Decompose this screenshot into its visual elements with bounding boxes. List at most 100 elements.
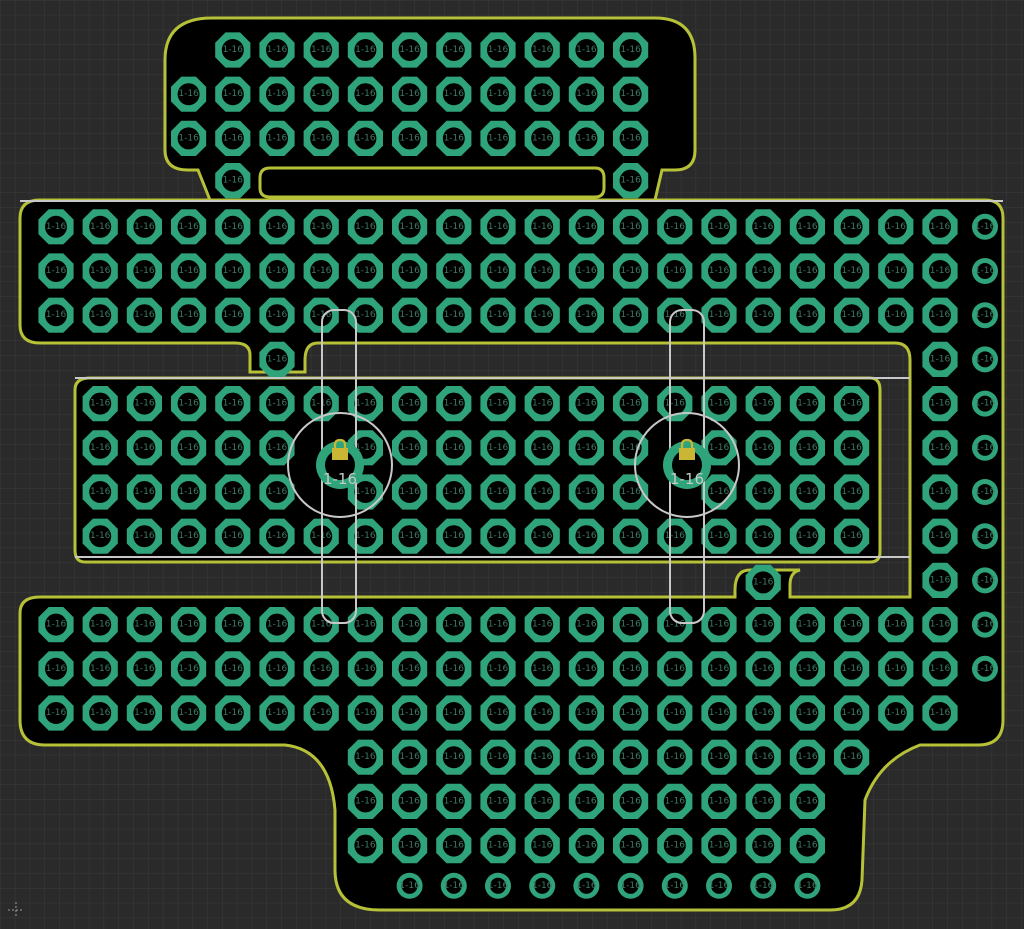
pad[interactable]: 1-16 (834, 695, 870, 731)
pad[interactable]: 1-16 (480, 783, 516, 819)
pad[interactable]: 1-16 (701, 253, 737, 289)
pad[interactable]: 1-16 (82, 297, 118, 333)
pad[interactable]: 1-16 (701, 695, 737, 731)
pad[interactable]: 1-16 (436, 430, 472, 466)
pad[interactable]: 1-16 (922, 474, 958, 510)
pad[interactable]: 1-16 (972, 434, 998, 461)
pad[interactable]: 1-16 (480, 739, 516, 775)
pad[interactable]: 1-16 (171, 253, 207, 289)
pad[interactable]: 1-16 (922, 607, 958, 643)
pad[interactable]: 1-16 (701, 209, 737, 245)
pad[interactable]: 1-16 (789, 651, 825, 687)
pad[interactable]: 1-16 (878, 695, 914, 731)
pad[interactable]: 1-16 (789, 430, 825, 466)
pad[interactable]: 1-16 (215, 120, 251, 156)
pad[interactable]: 1-16 (38, 209, 74, 245)
pad[interactable]: 1-16 (126, 297, 162, 333)
pad[interactable]: 1-16 (303, 209, 339, 245)
pad[interactable]: 1-16 (392, 76, 428, 112)
pad[interactable]: 1-16 (568, 386, 604, 422)
pad[interactable]: 1-16 (436, 76, 472, 112)
pad[interactable]: 1-16 (259, 518, 295, 554)
pad[interactable]: 1-16 (303, 32, 339, 68)
pad[interactable]: 1-16 (745, 695, 781, 731)
pad[interactable]: 1-16 (524, 297, 560, 333)
pad[interactable]: 1-16 (126, 386, 162, 422)
pad[interactable]: 1-16 (972, 655, 998, 682)
pad[interactable]: 1-16 (922, 209, 958, 245)
pad[interactable]: 1-16 (347, 739, 383, 775)
pad[interactable]: 1-16 (82, 253, 118, 289)
pad[interactable]: 1-16 (171, 474, 207, 510)
pad[interactable]: 1-16 (613, 607, 649, 643)
pad[interactable]: 1-16 (524, 209, 560, 245)
pad[interactable]: 1-16 (347, 695, 383, 731)
pad[interactable]: 1-16 (347, 651, 383, 687)
pad[interactable]: 1-16 (922, 518, 958, 554)
pad[interactable]: 1-16 (568, 120, 604, 156)
pad[interactable]: 1-16 (613, 783, 649, 819)
pad[interactable]: 1-16 (524, 253, 560, 289)
pad[interactable]: 1-16 (436, 386, 472, 422)
pad[interactable]: 1-16 (834, 518, 870, 554)
pad[interactable]: 1-16 (701, 651, 737, 687)
pad[interactable]: 1-16 (215, 695, 251, 731)
pad[interactable]: 1-16 (745, 783, 781, 819)
pad[interactable]: 1-16 (215, 32, 251, 68)
pad[interactable]: 1-16 (347, 253, 383, 289)
pad[interactable]: 1-16 (524, 651, 560, 687)
pad[interactable]: 1-16 (82, 518, 118, 554)
pad[interactable]: 1-16 (82, 430, 118, 466)
pad[interactable]: 1-16 (613, 32, 649, 68)
pad[interactable]: 1-16 (259, 430, 295, 466)
pad[interactable]: 1-16 (82, 386, 118, 422)
pad[interactable]: 1-16 (259, 253, 295, 289)
pad[interactable]: 1-16 (524, 32, 560, 68)
pad[interactable]: 1-16 (613, 518, 649, 554)
pad[interactable]: 1-16 (480, 76, 516, 112)
pad[interactable]: 1-16 (215, 253, 251, 289)
pad[interactable]: 1-16 (480, 32, 516, 68)
pad[interactable]: 1-16 (922, 695, 958, 731)
pad[interactable]: 1-16 (347, 518, 383, 554)
pad[interactable]: 1-16 (259, 651, 295, 687)
pad[interactable]: 1-16 (613, 651, 649, 687)
pad[interactable]: 1-16 (617, 872, 644, 899)
pad[interactable]: 1-16 (922, 297, 958, 333)
pad[interactable]: 1-16 (171, 120, 207, 156)
pad[interactable]: 1-16 (259, 695, 295, 731)
pad[interactable]: 1-16 (657, 739, 693, 775)
pad[interactable]: 1-16 (529, 872, 556, 899)
pad[interactable]: 1-16 (303, 76, 339, 112)
pad[interactable]: 1-16 (878, 297, 914, 333)
pad[interactable]: 1-16 (745, 253, 781, 289)
pad[interactable]: 1-16 (82, 607, 118, 643)
pad[interactable]: 1-16 (568, 828, 604, 864)
pad[interactable]: 1-16 (259, 386, 295, 422)
pad[interactable]: 1-16 (38, 651, 74, 687)
pad[interactable]: 1-16 (972, 213, 998, 240)
pad[interactable]: 1-16 (171, 430, 207, 466)
pad[interactable]: 1-16 (347, 386, 383, 422)
pad[interactable]: 1-16 (972, 567, 998, 594)
pad[interactable]: 1-16 (38, 607, 74, 643)
pad[interactable]: 1-16 (794, 872, 821, 899)
pad[interactable]: 1-16 (171, 695, 207, 731)
pad[interactable]: 1-16 (524, 607, 560, 643)
pad[interactable]: 1-16 (568, 651, 604, 687)
pad[interactable]: 1-16 (436, 32, 472, 68)
pcb-canvas[interactable]: 1-16 1-16 1-16 1-16 1-16 1-16 1-16 1-16 1-16 1-16… (0, 0, 1024, 929)
pad[interactable]: 1-16 (706, 872, 732, 899)
pad[interactable]: 1-16 (834, 430, 870, 466)
pad[interactable]: 1-16 (480, 518, 516, 554)
pad[interactable]: 1-16 (524, 739, 560, 775)
pad[interactable]: 1-16 (524, 518, 560, 554)
pad[interactable]: 1-16 (303, 651, 339, 687)
pad[interactable]: 1-16 (613, 163, 649, 199)
pad[interactable]: 1-16 (524, 474, 560, 510)
pad[interactable]: 1-16 (480, 695, 516, 731)
pad[interactable]: 1-16 (392, 695, 428, 731)
pad[interactable]: 1-16 (347, 828, 383, 864)
pad[interactable]: 1-16 (480, 209, 516, 245)
pad[interactable]: 1-16 (392, 474, 428, 510)
